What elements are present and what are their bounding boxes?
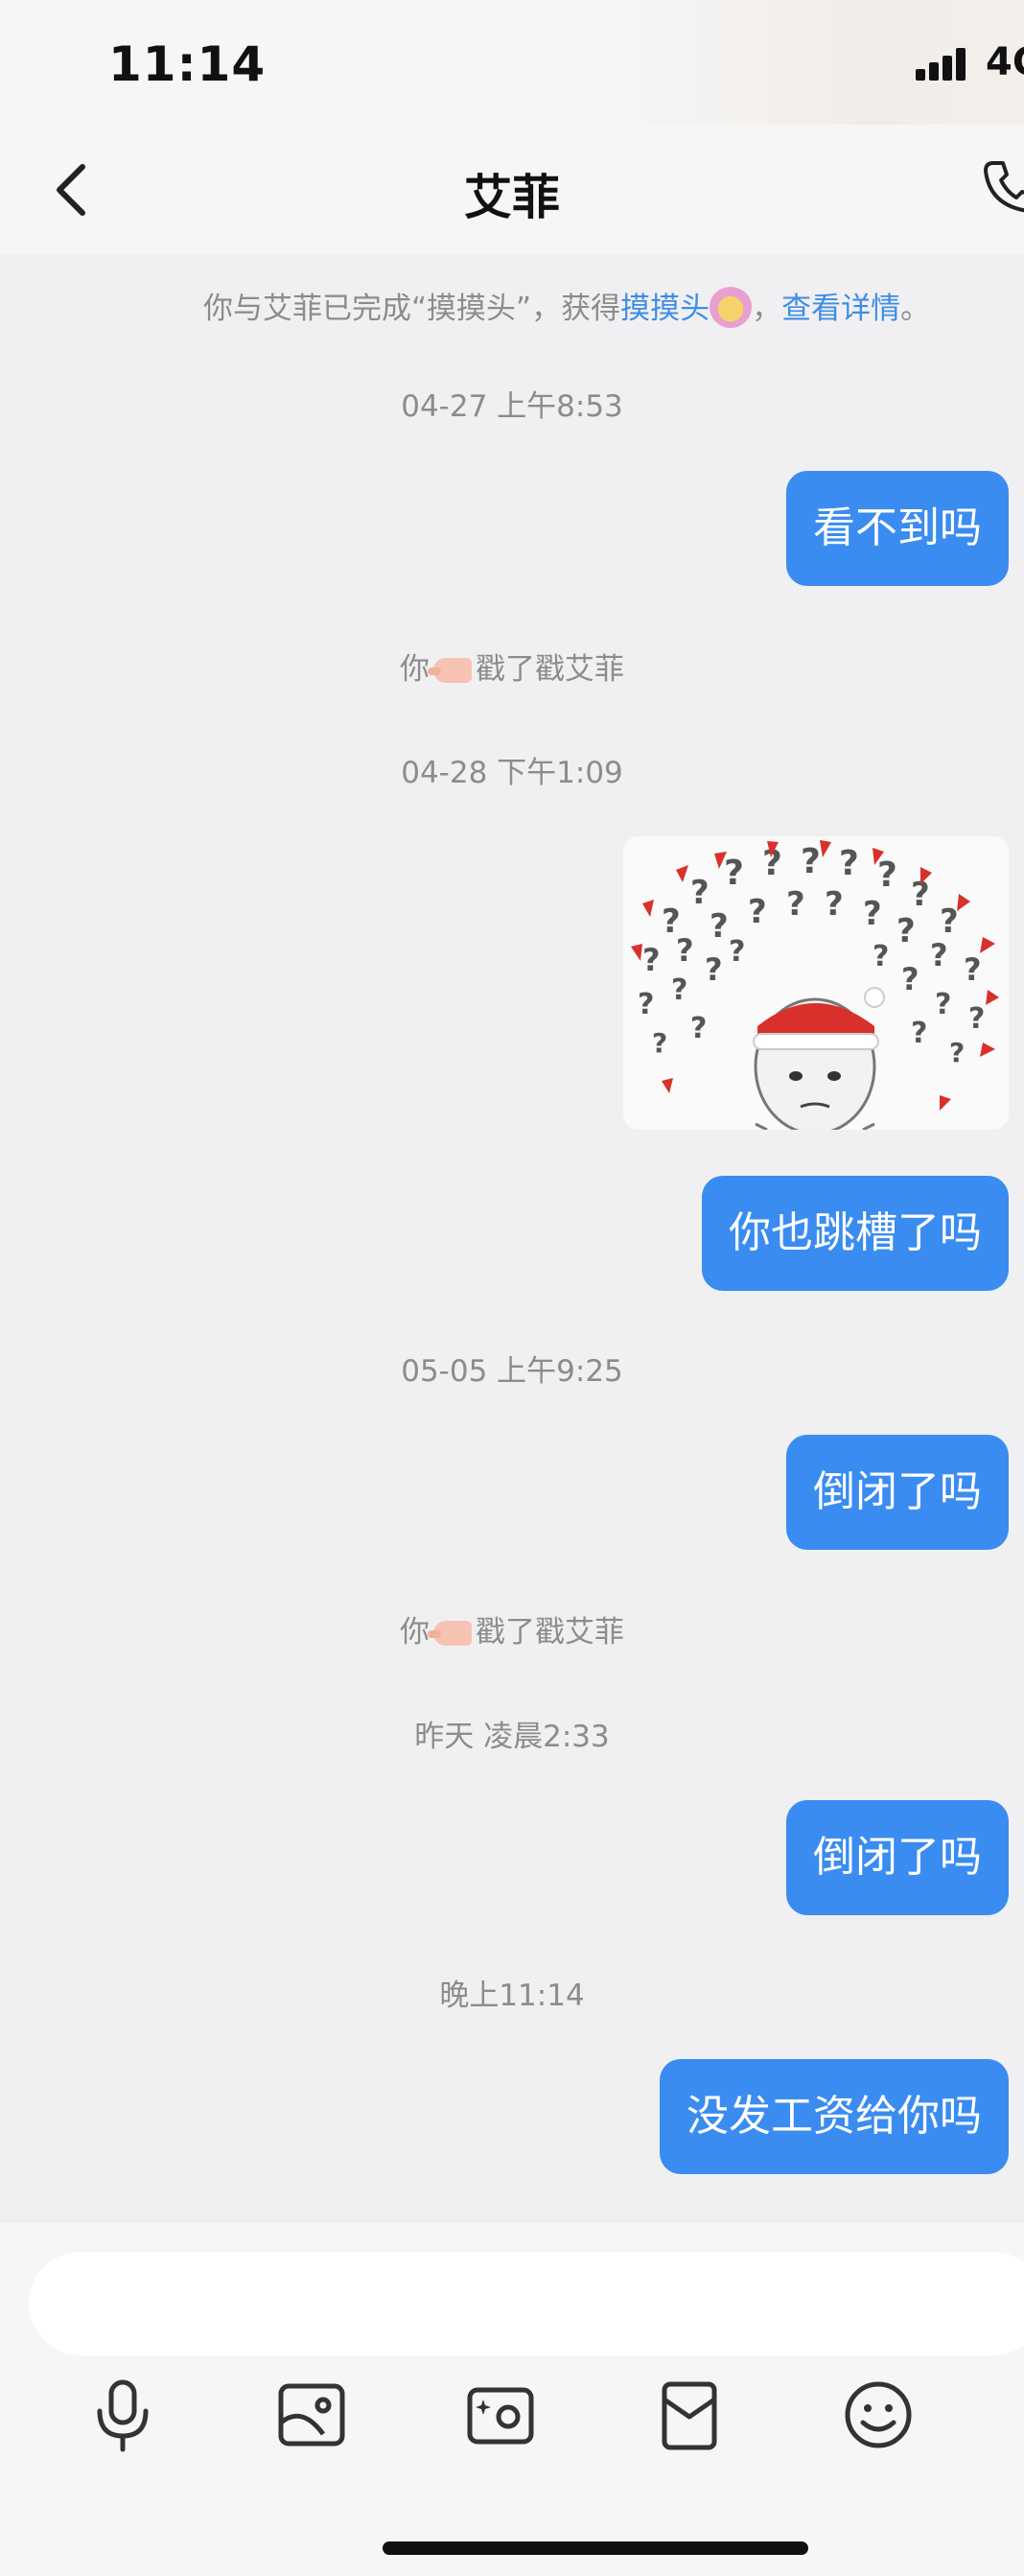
phone-icon[interactable] [980,157,1024,215]
poke-finger-icon [428,1621,472,1646]
home-indicator [383,2541,808,2555]
pat-badge-icon [710,286,753,328]
svg-text:?: ? [911,876,930,914]
notice-suffix: 。 [900,292,931,326]
poke-notice: 你 戳了戳艾菲 [0,644,1024,688]
pat-badge-link[interactable]: 摸摸头 [620,292,710,326]
poke-finger-icon [428,658,472,683]
svg-text:?: ? [839,844,859,883]
status-time: 11:14 [108,36,267,92]
svg-text:?: ? [901,961,919,997]
poke-text: 戳了戳艾菲 [476,1615,624,1650]
svg-text:?: ? [873,940,889,973]
message-bubble[interactable]: 倒闭了吗 [786,1435,1009,1550]
svg-text:?: ? [877,855,897,895]
network-label: 4G [986,40,1024,84]
svg-text:?: ? [710,907,729,946]
poke-notice: 你 戳了戳艾菲 [0,1607,1024,1651]
poke-actor: 你 [400,1615,430,1650]
emoji-icon[interactable] [840,2377,917,2453]
microphone-icon[interactable] [84,2377,161,2453]
svg-text:?: ? [671,973,687,1007]
message-bubble[interactable]: 没发工资给你吗 [660,2059,1009,2174]
message-bubble[interactable]: 倒闭了吗 [786,1800,1009,1915]
sticker-image[interactable]: ?? ?? ?? ?? ?? ?? ?? ?? ?? ?? ?? ?? ?? ?… [623,836,1009,1130]
svg-text:?: ? [935,988,951,1021]
svg-text:?: ? [896,912,916,950]
view-details-link[interactable]: 查看详情 [781,292,900,326]
svg-text:?: ? [825,885,844,924]
timestamp: 晚上11:14 [439,1979,585,2013]
svg-text:?: ? [949,1037,965,1068]
svg-text:?: ? [652,1027,667,1059]
svg-text:?: ? [638,988,654,1021]
notice-text: 你与艾菲已完成“摸摸头”，获得 [203,292,621,326]
image-icon[interactable] [273,2377,350,2453]
svg-text:?: ? [911,1017,927,1050]
poke-actor: 你 [400,652,430,687]
svg-text:?: ? [940,902,959,941]
question-marks-santa-sticker: ?? ?? ?? ?? ?? ?? ?? ?? ?? ?? ?? ?? ?? ?… [623,836,1009,1130]
notice-separator: ， [752,292,782,326]
timestamp: 04-27 上午8:53 [401,389,623,424]
svg-text:?: ? [786,885,805,924]
timestamp: 昨天 凌晨2:33 [414,1720,610,1754]
svg-text:?: ? [964,951,982,988]
message-bubble[interactable]: 看不到吗 [786,471,1009,586]
nav-bar: 艾菲 [0,125,1024,254]
svg-text:?: ? [729,935,745,969]
svg-text:?: ? [863,895,882,933]
status-bar: 11:14 4G [0,0,1024,125]
message-bubble[interactable]: 你也跳槽了吗 [702,1176,1009,1291]
input-panel [0,2223,1024,2576]
timestamp: 05-05 上午9:25 [401,1354,623,1389]
chat-title: 艾菲 [464,170,560,225]
signal-icon [916,48,969,81]
svg-text:?: ? [930,937,948,973]
pat-notice: 你与艾菲已完成“摸摸头”，获得摸摸头 ，查看详情。 [203,284,930,328]
message-input[interactable] [29,2252,1024,2355]
svg-text:?: ? [642,942,661,978]
timestamp: 04-28 下午1:09 [401,756,623,790]
camera-icon[interactable] [462,2377,539,2453]
svg-text:?: ? [676,932,694,969]
svg-text:?: ? [801,842,821,881]
svg-text:?: ? [690,874,710,912]
svg-text:?: ? [705,951,723,988]
svg-text:?: ? [968,1002,985,1036]
svg-text:?: ? [690,1012,707,1045]
svg-text:?: ? [724,854,744,893]
red-packet-icon[interactable] [651,2377,728,2453]
svg-text:?: ? [748,893,767,931]
poke-text: 戳了戳艾菲 [476,652,624,687]
